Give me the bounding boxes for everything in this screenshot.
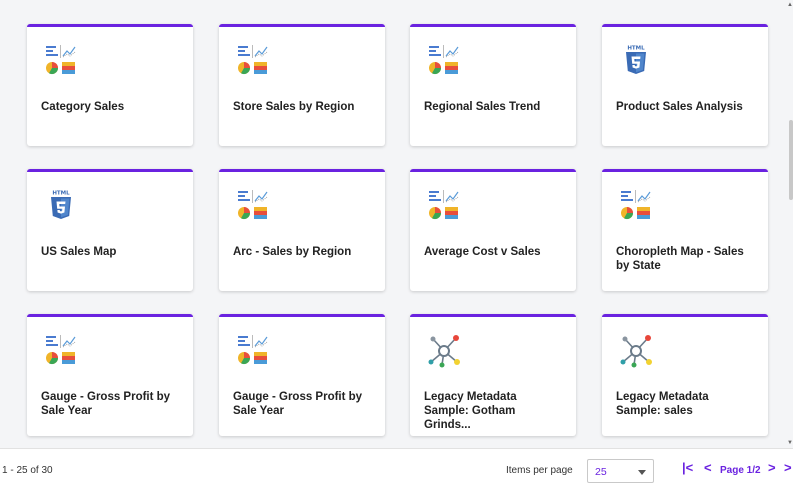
card-title: Arc - Sales by Region [233, 246, 352, 258]
dashboard-grid: Category Sales Store Sales by Region Reg… [0, 0, 788, 448]
svg-text:HTML: HTML [627, 46, 645, 52]
item-range-label: 1 - 25 of 30 [2, 465, 53, 476]
chevron-down-icon [638, 470, 646, 475]
dashboard-card[interactable]: HTML US Sales Map [27, 169, 193, 291]
card-title: Category Sales [41, 101, 125, 113]
dashboard-card[interactable]: Store Sales by Region [219, 24, 385, 146]
next-page-button[interactable]: > [768, 460, 776, 475]
dashboard-card[interactable]: HTML Product Sales Analysis [602, 24, 768, 146]
chart-icon [237, 334, 269, 366]
pagination-footer: 1 - 25 of 30 Items per page 25 |< < Page… [0, 448, 793, 487]
chart-icon [45, 334, 77, 366]
dashboard-card[interactable]: Choropleth Map - Sales by State [602, 169, 768, 291]
page-indicator: Page 1/2 [720, 465, 761, 476]
dashboard-card[interactable]: Regional Sales Trend [410, 24, 576, 146]
html5-icon: HTML [45, 189, 77, 221]
chart-icon [620, 189, 652, 221]
dashboard-card[interactable]: Legacy Metadata Sample: Gotham Grinds... [410, 314, 576, 436]
chart-icon [237, 44, 269, 76]
scroll-down-icon[interactable]: ▼ [787, 440, 793, 446]
items-per-page-select[interactable]: 25 [587, 459, 654, 483]
card-title: Average Cost v Sales [424, 246, 541, 258]
metadata-icon [428, 334, 460, 368]
chart-icon [45, 44, 77, 76]
metadata-icon [620, 334, 652, 368]
dashboard-card[interactable]: Category Sales [27, 24, 193, 146]
dashboard-card[interactable]: Legacy Metadata Sample: sales [602, 314, 768, 436]
dashboard-card[interactable]: Average Cost v Sales [410, 169, 576, 291]
html5-icon: HTML [620, 44, 652, 76]
card-title: US Sales Map [41, 246, 117, 258]
card-title: Store Sales by Region [233, 101, 355, 113]
items-per-page-value: 25 [595, 466, 607, 478]
previous-page-button[interactable]: < [704, 460, 712, 475]
chart-icon [237, 189, 269, 221]
card-title: Product Sales Analysis [616, 101, 743, 113]
card-title: Regional Sales Trend [424, 101, 541, 113]
scrollbar-track[interactable] [788, 0, 793, 448]
scrollbar-thumb[interactable] [789, 120, 793, 200]
scroll-up-icon[interactable]: ▲ [787, 2, 793, 8]
card-title: Choropleth Map - Sales by State [616, 246, 744, 272]
items-per-page-label: Items per page [506, 465, 573, 476]
chart-icon [428, 189, 460, 221]
dashboard-card[interactable]: Gauge - Gross Profit by Sale Year [219, 314, 385, 436]
last-page-button[interactable]: > [784, 460, 792, 475]
dashboard-card[interactable]: Gauge - Gross Profit by Sale Year [27, 314, 193, 436]
first-page-button[interactable]: |< [682, 460, 693, 475]
svg-text:HTML: HTML [52, 191, 70, 197]
dashboard-card[interactable]: Arc - Sales by Region [219, 169, 385, 291]
card-title: Gauge - Gross Profit by Sale Year [41, 391, 171, 417]
card-title: Legacy Metadata Sample: Gotham Grinds... [424, 391, 517, 431]
card-title: Gauge - Gross Profit by Sale Year [233, 391, 363, 417]
chart-icon [428, 44, 460, 76]
card-title: Legacy Metadata Sample: sales [616, 391, 709, 417]
